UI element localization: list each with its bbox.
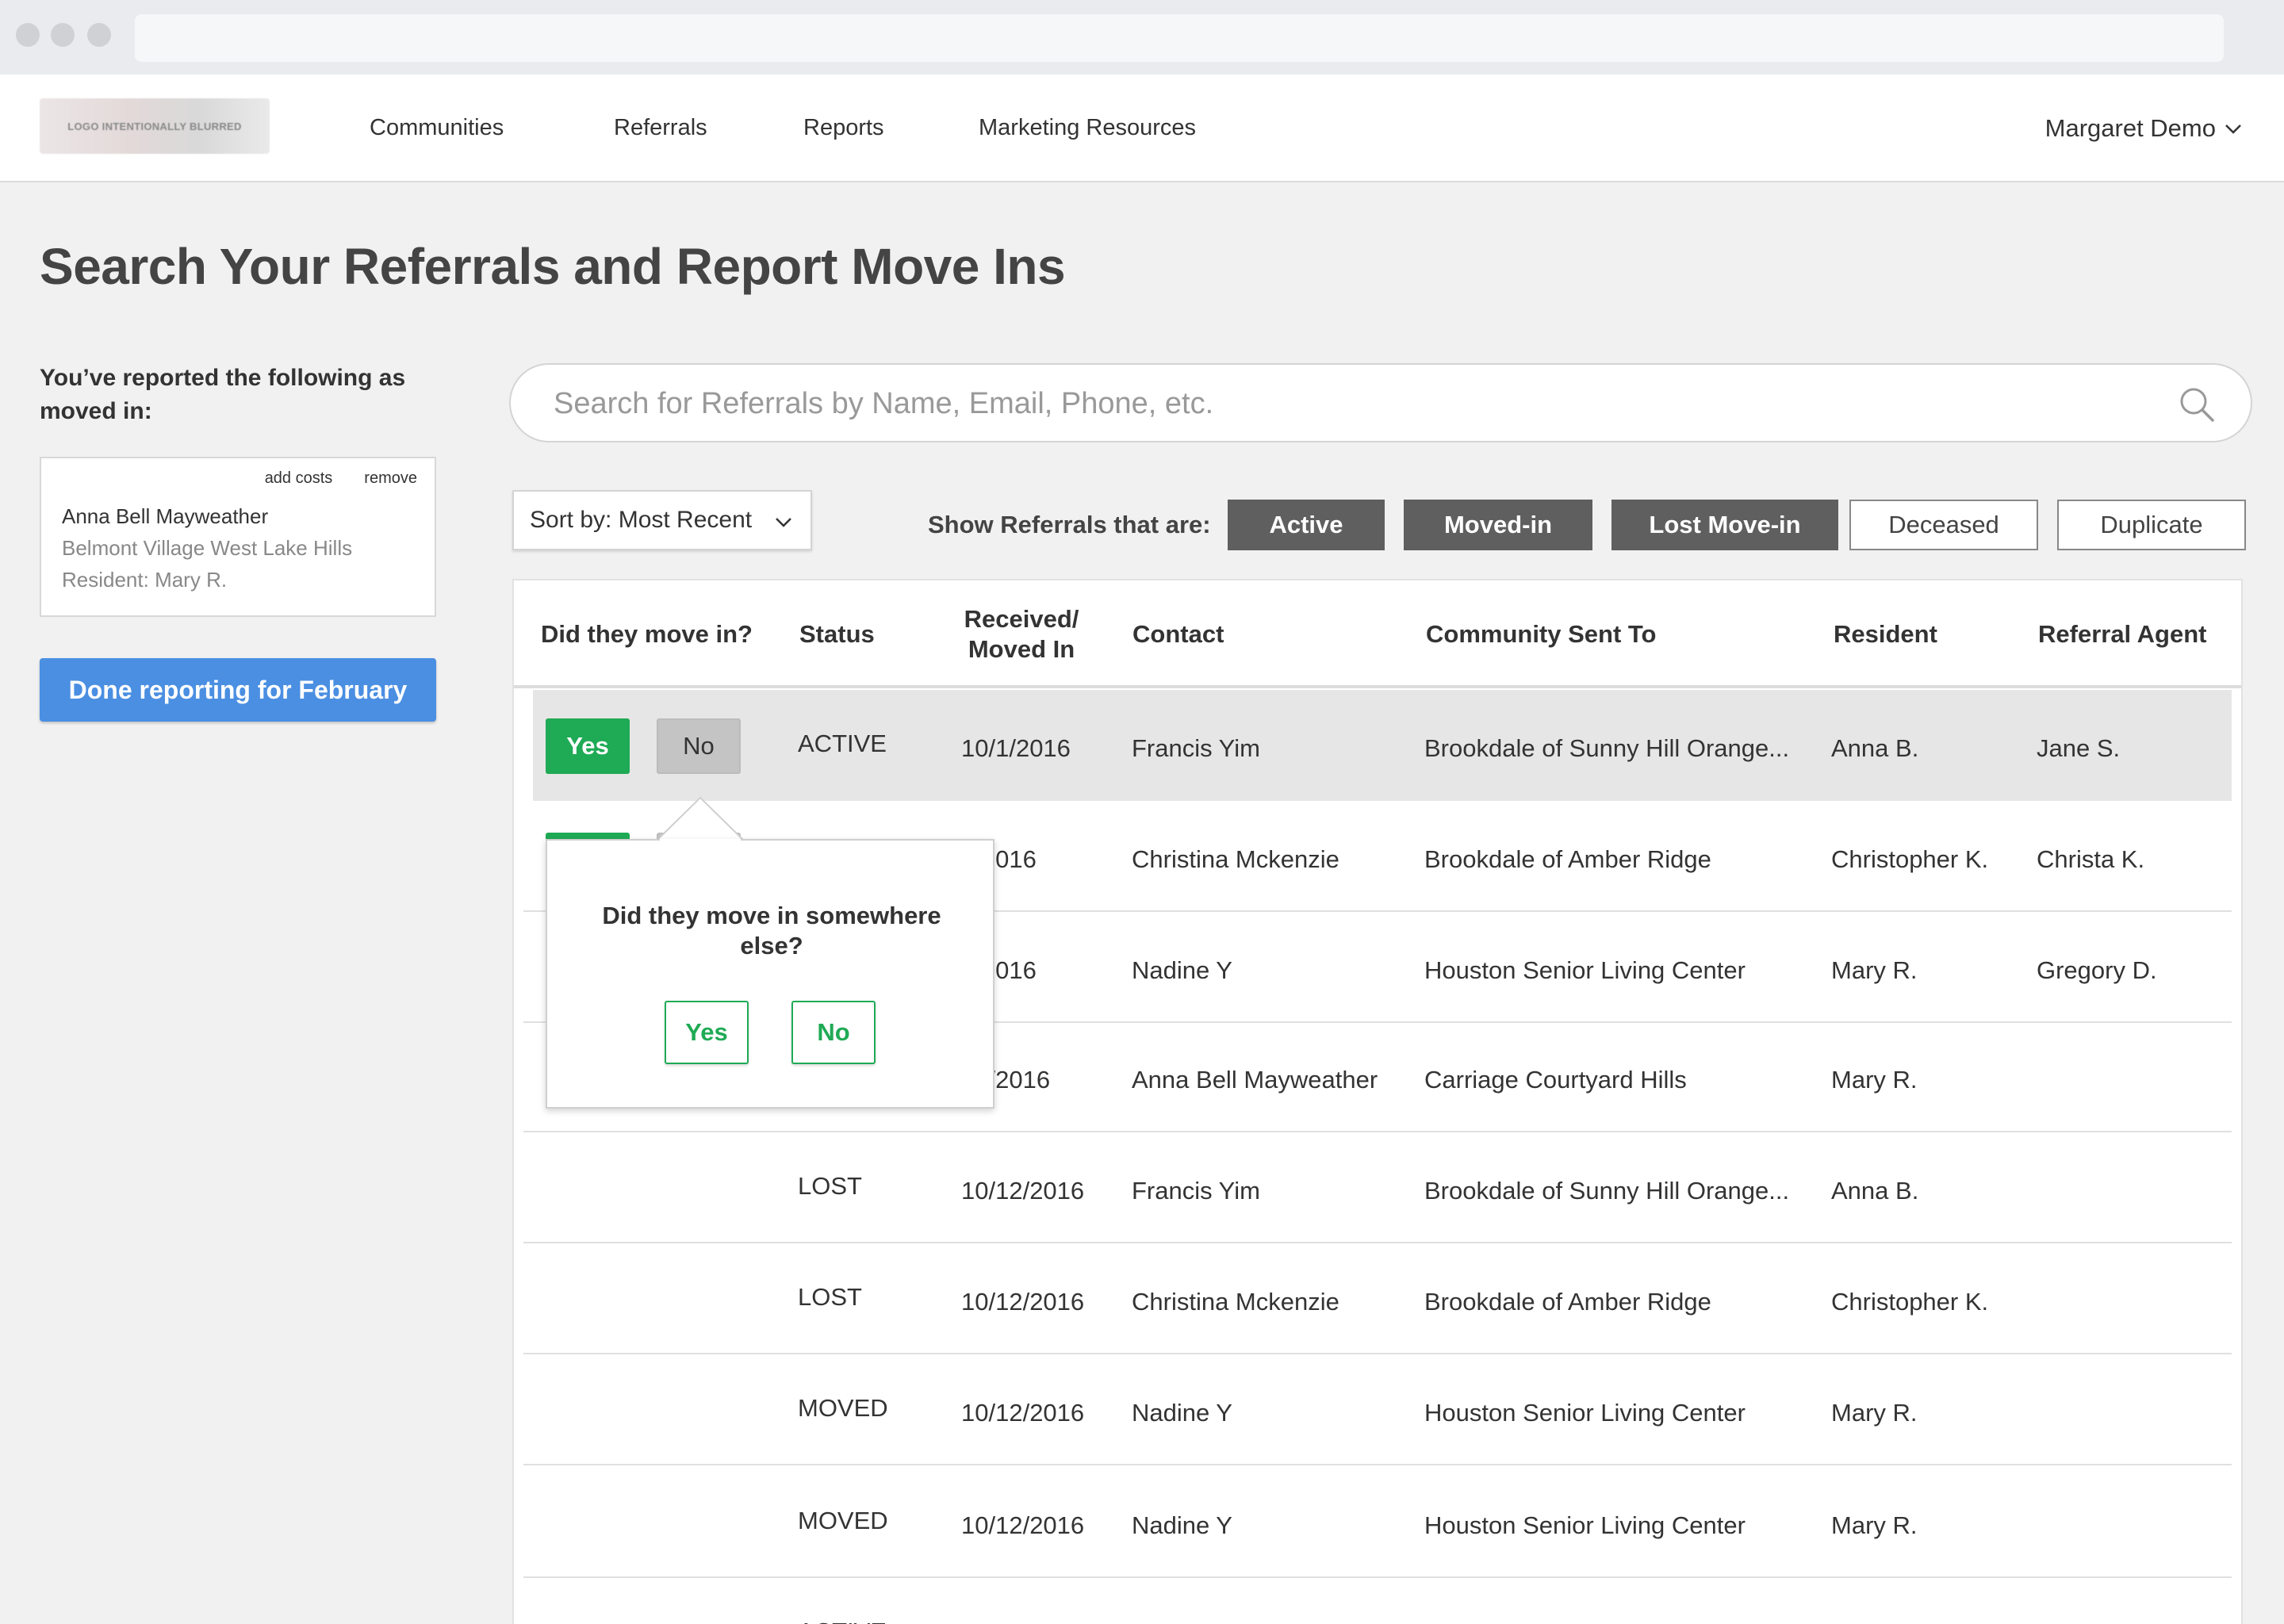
cell-contact: Francis Yim bbox=[1132, 1177, 1260, 1205]
cell-contact: Nadine Y bbox=[1132, 956, 1232, 984]
cell-date: 10/12/2016 bbox=[961, 1177, 1085, 1205]
nav-link-referrals[interactable]: Referrals bbox=[614, 114, 707, 141]
cell-contact: Nadine Y bbox=[1132, 1399, 1232, 1427]
card-resident: Resident: Mary R. bbox=[62, 568, 228, 592]
window-maximize-dot[interactable] bbox=[87, 23, 111, 47]
cell-status: LOST bbox=[798, 1172, 862, 1200]
col-received-line2: Moved In bbox=[968, 635, 1075, 663]
logo-text: LOGO INTENTIONALLY BLURRED bbox=[67, 120, 242, 132]
table-header: Did they move in? Status Received/ Moved… bbox=[514, 580, 2241, 688]
cell-community: Brookdale of Sunny Hill Orange... bbox=[1424, 1177, 1790, 1205]
search-bar bbox=[509, 363, 2252, 442]
sort-label: Sort by: Most Recent bbox=[530, 507, 753, 533]
cell-community: Brookdale of Amber Ridge bbox=[1424, 1288, 1711, 1316]
cell-date: 10/12/2016 bbox=[961, 1399, 1085, 1427]
col-status[interactable]: Status bbox=[799, 580, 875, 688]
moved-in-card: add costs remove Anna Bell Mayweather Be… bbox=[40, 457, 436, 617]
table-row[interactable] bbox=[523, 1354, 2232, 1465]
cell-status: ACTIVE bbox=[798, 1618, 887, 1624]
cell-referral-agent: Jane S. bbox=[2037, 734, 2121, 762]
cell-status: ACTIVE bbox=[798, 730, 887, 757]
search-input[interactable] bbox=[554, 381, 2124, 427]
chevron-down-icon bbox=[2225, 124, 2241, 134]
cell-community: Houston Senior Living Center bbox=[1424, 1511, 1746, 1539]
nav-link-marketing-resources[interactable]: Marketing Resources bbox=[979, 114, 1196, 141]
filter-lost-move-in[interactable]: Lost Move-in bbox=[1611, 500, 1838, 550]
card-community: Belmont Village West Lake Hills bbox=[62, 536, 353, 560]
cell-status: MOVED bbox=[798, 1507, 888, 1534]
cell-status: MOVED bbox=[798, 1394, 888, 1422]
col-received-line1: Received/ bbox=[964, 605, 1079, 633]
cell-referral-agent: Christa K. bbox=[2037, 845, 2145, 873]
page-title: Search Your Referrals and Report Move In… bbox=[40, 238, 1066, 295]
cell-community: Brookdale of Sunny Hill Orange... bbox=[1424, 734, 1790, 762]
col-referral-agent[interactable]: Referral Agent bbox=[2038, 580, 2206, 688]
move-in-yes-button[interactable]: Yes bbox=[546, 718, 630, 774]
address-bar[interactable] bbox=[135, 14, 2224, 62]
col-move-in[interactable]: Did they move in? bbox=[541, 580, 753, 688]
search-icon[interactable] bbox=[2178, 385, 2216, 423]
remove-link[interactable]: remove bbox=[364, 469, 417, 488]
user-menu[interactable]: Margaret Demo bbox=[2045, 114, 2243, 143]
col-received[interactable]: Received/ Moved In bbox=[942, 580, 1101, 688]
add-costs-link[interactable]: add costs bbox=[265, 469, 333, 488]
filter-duplicate[interactable]: Duplicate bbox=[2057, 500, 2246, 550]
logo[interactable]: LOGO INTENTIONALLY BLURRED bbox=[40, 98, 270, 154]
cell-community: Houston Senior Living Center bbox=[1424, 956, 1746, 984]
user-name: Margaret Demo bbox=[2044, 114, 2216, 142]
table-row[interactable] bbox=[523, 1467, 2232, 1578]
filter-active[interactable]: Active bbox=[1228, 500, 1385, 550]
cell-resident: Mary R. bbox=[1831, 956, 1918, 984]
popover-no-button[interactable]: No bbox=[791, 1001, 876, 1064]
popover-yes-button[interactable]: Yes bbox=[665, 1001, 749, 1064]
browser-chrome bbox=[0, 0, 2284, 75]
popover-arrow-mask bbox=[660, 839, 741, 842]
table-row[interactable] bbox=[533, 690, 2232, 801]
cell-contact: Nadine Y bbox=[1132, 1511, 1232, 1539]
cell-resident: Mary R. bbox=[1831, 1066, 1918, 1094]
chevron-down-icon bbox=[776, 518, 791, 527]
filter-deceased[interactable]: Deceased bbox=[1849, 500, 2038, 550]
done-reporting-button[interactable]: Done reporting for February bbox=[40, 658, 436, 722]
cell-date: 10/12/2016 bbox=[961, 1288, 1085, 1316]
col-contact[interactable]: Contact bbox=[1132, 580, 1224, 688]
cell-resident: Mary R. bbox=[1831, 1399, 1918, 1427]
cell-resident: Anna B. bbox=[1831, 734, 1919, 762]
cell-community: Carriage Courtyard Hills bbox=[1424, 1066, 1687, 1094]
cell-resident: Christopher K. bbox=[1831, 845, 1989, 873]
card-actions: add costs remove bbox=[265, 469, 417, 488]
move-in-no-button[interactable]: No bbox=[657, 718, 741, 774]
cell-contact: Christina Mckenzie bbox=[1132, 1288, 1339, 1316]
card-contact-name: Anna Bell Mayweather bbox=[62, 504, 269, 528]
nav-link-communities[interactable]: Communities bbox=[370, 114, 504, 141]
table-row[interactable] bbox=[523, 1132, 2232, 1243]
window-minimize-dot[interactable] bbox=[51, 23, 75, 47]
table-row[interactable] bbox=[523, 1578, 2232, 1624]
cell-community: Brookdale of Amber Ridge bbox=[1424, 845, 1711, 873]
window-close-dot[interactable] bbox=[16, 23, 40, 47]
cell-contact: Anna Bell Mayweather bbox=[1132, 1066, 1378, 1094]
cell-resident: Christopher K. bbox=[1831, 1288, 1989, 1316]
col-community[interactable]: Community Sent To bbox=[1426, 580, 1656, 688]
cell-contact: Christina Mckenzie bbox=[1132, 845, 1339, 873]
cell-status: LOST bbox=[798, 1283, 862, 1311]
moved-in-heading: You’ve reported the following as moved i… bbox=[40, 365, 406, 424]
cell-contact: Francis Yim bbox=[1132, 734, 1260, 762]
popover-arrow bbox=[654, 796, 746, 841]
cell-community: Houston Senior Living Center bbox=[1424, 1399, 1746, 1427]
popover-question: Did they move in somewhere else? bbox=[602, 902, 941, 959]
cell-resident: Mary R. bbox=[1831, 1511, 1918, 1539]
filter-label: Show Referrals that are: bbox=[928, 511, 1211, 538]
sort-dropdown[interactable]: Sort by: Most Recent bbox=[512, 490, 812, 550]
cell-resident: Anna B. bbox=[1831, 1177, 1919, 1205]
col-resident[interactable]: Resident bbox=[1834, 580, 1937, 688]
cell-date: 10/12/2016 bbox=[961, 1511, 1085, 1539]
cell-referral-agent: Gregory D. bbox=[2037, 956, 2157, 984]
move-elsewhere-popover: Did they move in somewhere else? Yes No bbox=[546, 839, 994, 1109]
cell-date: 10/1/2016 bbox=[961, 734, 1071, 762]
nav-link-reports[interactable]: Reports bbox=[803, 114, 884, 141]
filter-moved-in[interactable]: Moved-in bbox=[1404, 500, 1592, 550]
